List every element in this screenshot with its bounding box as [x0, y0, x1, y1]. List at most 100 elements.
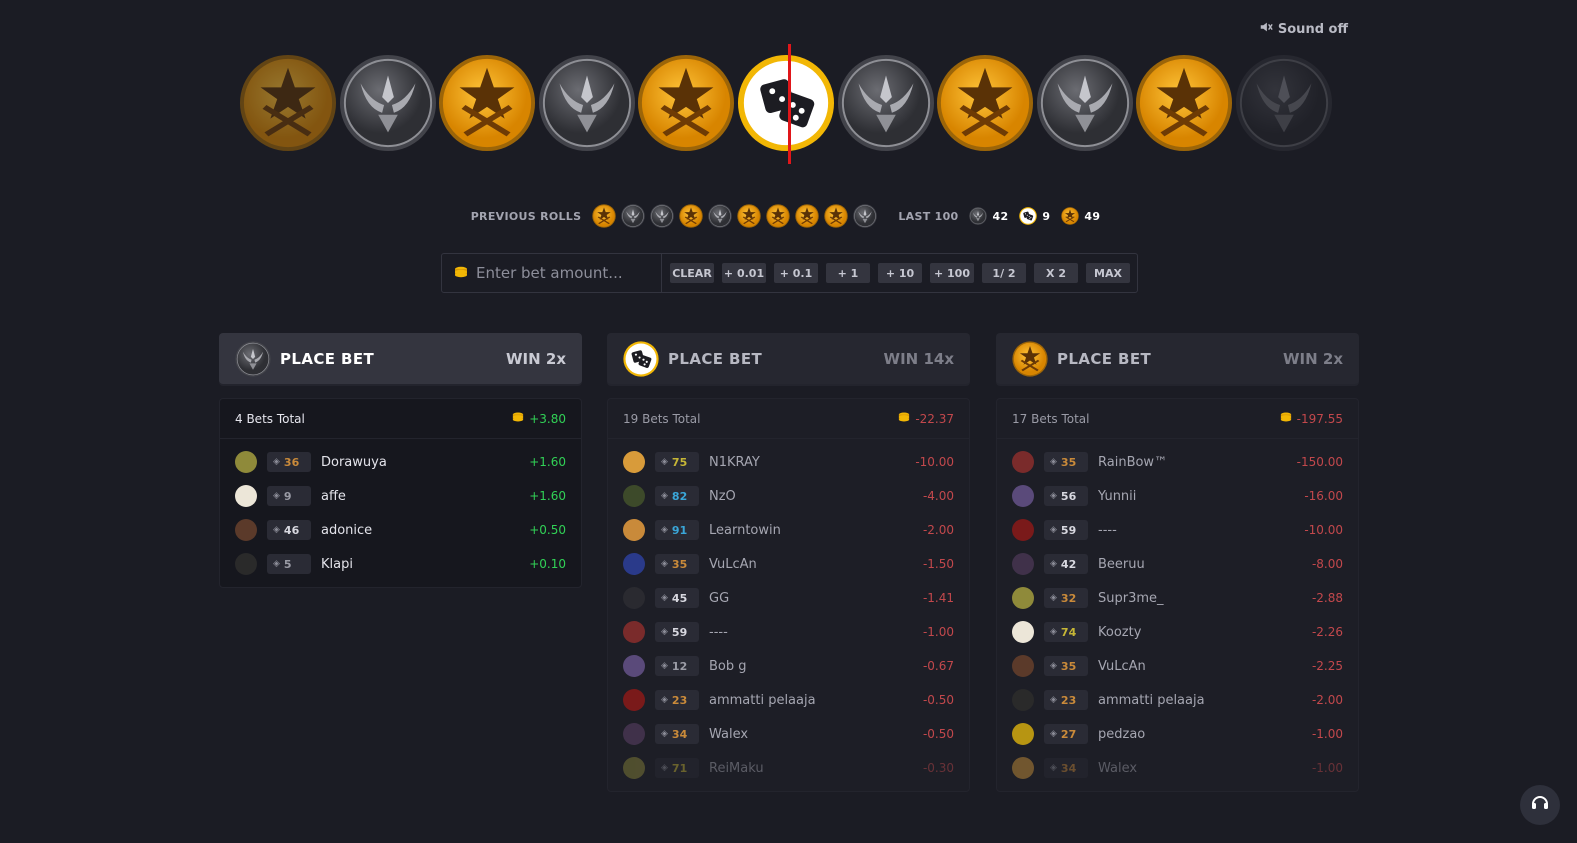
bet-amount: -1.00	[1311, 727, 1343, 741]
level-value: 5	[283, 557, 292, 571]
bet-amount: -8.00	[1311, 557, 1343, 571]
list-item: ◈ 35 VuLcAn -1.50	[608, 547, 969, 581]
coins-icon	[1280, 411, 1292, 426]
level-badge: ◈ 75	[655, 452, 699, 472]
quick-bet-button[interactable]: + 0.01	[722, 263, 766, 283]
list-item: ◈ 9 affe +1.60	[220, 479, 581, 513]
avatar	[623, 621, 645, 643]
avatar	[623, 451, 645, 473]
list-item: ◈ 59 ---- -1.00	[608, 615, 969, 649]
level-badge: ◈ 59	[655, 622, 699, 642]
level-icon: ◈	[1050, 593, 1057, 603]
place-bet-button-dice[interactable]: PLACE BET WIN 14x	[607, 333, 970, 384]
win-multiplier: WIN 2x	[1282, 349, 1343, 368]
quick-bet-button[interactable]: + 100	[930, 263, 974, 283]
quick-bet-button[interactable]: MAX	[1086, 263, 1130, 283]
quick-bet-button[interactable]: X 2	[1034, 263, 1078, 283]
username: N1KRAY	[709, 454, 760, 470]
bet-amount: -1.00	[922, 625, 954, 639]
win-multiplier: WIN 14x	[883, 349, 954, 368]
level-badge: ◈ 36	[267, 452, 311, 472]
list-item: ◈ 34 Walex -0.50	[608, 717, 969, 751]
ct-coin-icon	[650, 204, 675, 228]
bets-total-label: 4 Bets Total	[235, 411, 305, 426]
username: ----	[1098, 522, 1117, 538]
level-value: 75	[671, 455, 688, 469]
level-badge: ◈ 45	[655, 588, 699, 608]
bet-amount: +0.50	[529, 523, 566, 537]
win-multiplier: WIN 2x	[505, 349, 566, 368]
list-item: ◈ 23 ammatti pelaaja -2.00	[997, 683, 1358, 717]
quick-bet-button[interactable]: + 1	[826, 263, 870, 283]
bets-list: 17 Bets Total -197.55 ◈ 35 RainBow™ -150.00 ◈ 5…	[996, 398, 1359, 792]
level-badge: ◈ 59	[1044, 520, 1088, 540]
level-icon: ◈	[1050, 457, 1057, 467]
level-badge: ◈ 12	[655, 656, 699, 676]
username: NzO	[709, 488, 736, 504]
bet-amount: +1.60	[529, 455, 566, 469]
t-coin-icon	[766, 204, 791, 228]
last-100-dice-count: 9	[1042, 209, 1051, 223]
quick-bet-button[interactable]: CLEAR	[670, 263, 714, 283]
dice-coin-icon	[623, 340, 659, 377]
place-bet-label: PLACE BET	[280, 349, 375, 368]
ct-coin-icon	[853, 204, 878, 228]
bet-amount: +0.10	[529, 557, 566, 571]
avatar	[623, 485, 645, 507]
quick-bet-button[interactable]: 1/ 2	[982, 263, 1026, 283]
place-bet-label: PLACE BET	[1057, 349, 1152, 368]
avatar	[1012, 451, 1034, 473]
level-badge: ◈ 34	[655, 724, 699, 744]
username: Beeruu	[1098, 556, 1145, 572]
bets-total-amount: +3.80	[529, 411, 566, 426]
coins-icon	[454, 264, 468, 283]
t-coin-icon	[1135, 54, 1233, 152]
sound-toggle[interactable]: Sound off	[1259, 20, 1348, 38]
bet-amount: -1.41	[922, 591, 954, 605]
level-value: 91	[671, 523, 688, 537]
quick-bet-button[interactable]: + 10	[878, 263, 922, 283]
ct-coin-icon	[1036, 54, 1134, 152]
list-item: ◈ 35 VuLcAn -2.25	[997, 649, 1358, 683]
ct-coin-icon	[235, 340, 271, 377]
t-coin-icon	[936, 54, 1034, 152]
level-value: 42	[1060, 557, 1077, 571]
t-coin-icon	[438, 54, 536, 152]
level-value: 12	[671, 659, 688, 673]
avatar	[623, 587, 645, 609]
level-icon: ◈	[1050, 559, 1057, 569]
level-icon: ◈	[273, 457, 280, 467]
username: Dorawuya	[321, 454, 387, 470]
username: Supr3me_	[1098, 590, 1164, 606]
bet-amount: -2.26	[1311, 625, 1343, 639]
level-value: 34	[671, 727, 688, 741]
list-item: ◈ 74 Koozty -2.26	[997, 615, 1358, 649]
bet-amount: -2.25	[1311, 659, 1343, 673]
support-button[interactable]	[1520, 785, 1560, 825]
username: Learntowin	[709, 522, 781, 538]
list-item: ◈ 23 ammatti pelaaja -0.50	[608, 683, 969, 717]
username: affe	[321, 488, 346, 504]
level-badge: ◈ 35	[655, 554, 699, 574]
bet-amount: -2.00	[922, 523, 954, 537]
t-coin-icon	[592, 204, 617, 228]
level-icon: ◈	[661, 457, 668, 467]
quick-bet-button[interactable]: + 0.1	[774, 263, 818, 283]
place-bet-button-ct[interactable]: PLACE BET WIN 2x	[219, 333, 582, 384]
level-value: 59	[1060, 523, 1077, 537]
list-item: ◈ 46 adonice +0.50	[220, 513, 581, 547]
level-icon: ◈	[1050, 525, 1057, 535]
bet-amount-input[interactable]	[476, 264, 656, 282]
level-badge: ◈ 46	[267, 520, 311, 540]
level-value: 9	[283, 489, 292, 503]
t-coin-icon	[1061, 207, 1080, 225]
level-badge: ◈ 74	[1044, 622, 1088, 642]
list-item: ◈ 75 N1KRAY -10.00	[608, 445, 969, 479]
bet-bar: CLEAR + 0.01 + 0.1 + 1 + 10 + 100 1/ 2 X 2 MAX	[441, 253, 1138, 293]
avatar	[1012, 485, 1034, 507]
place-bet-button-t[interactable]: PLACE BET WIN 2x	[996, 333, 1359, 384]
level-icon: ◈	[1050, 729, 1057, 739]
place-bet-label: PLACE BET	[668, 349, 763, 368]
avatar	[623, 655, 645, 677]
level-badge: ◈ 35	[1044, 452, 1088, 472]
